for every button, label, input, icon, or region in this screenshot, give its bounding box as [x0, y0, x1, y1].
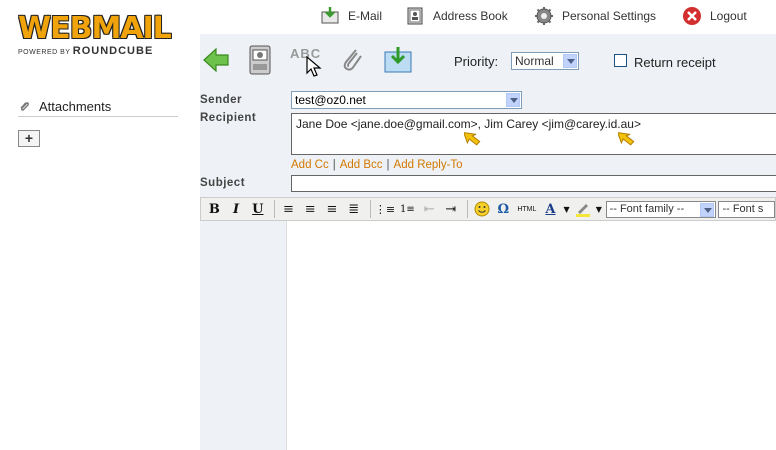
nav-settings-label: Personal Settings — [562, 9, 657, 23]
emoticon-button[interactable] — [472, 199, 491, 219]
align-center-icon: ≡ — [304, 201, 316, 217]
chevron-down-icon — [563, 54, 577, 68]
bullet-list-icon: ⋮≡ — [374, 202, 396, 216]
attach-button[interactable] — [336, 44, 368, 76]
align-justify-icon: ≣ — [348, 201, 360, 217]
send-button[interactable] — [244, 44, 276, 76]
return-receipt-label: Return receipt — [634, 55, 716, 70]
add-header-links: Add Cc | Add Bcc | Add Reply-To — [291, 159, 463, 171]
recipient-field[interactable]: Jane Doe <jane.doe@gmail.com>, Jim Carey… — [291, 113, 776, 155]
font-color-dropdown[interactable]: ▼ — [563, 199, 571, 219]
add-reply-to-link[interactable]: Add Reply-To — [394, 159, 463, 171]
separator — [370, 200, 372, 218]
numbered-list-button[interactable]: 1≡ — [398, 199, 417, 219]
nav-email[interactable]: E-Mail — [320, 5, 382, 27]
bullet-list-button[interactable]: ⋮≡ — [375, 199, 395, 219]
gear-icon — [535, 7, 553, 25]
sender-label: Sender — [200, 94, 242, 106]
chevron-down-icon — [506, 93, 520, 107]
sidebar: WEBMAIL POWERED BY ROUNDCUBE Attachments… — [0, 0, 200, 450]
add-cc-link[interactable]: Add Cc — [291, 159, 329, 171]
sender-value: test@oz0.net — [295, 93, 366, 107]
logo-powered: POWERED BY — [18, 49, 71, 56]
italic-button[interactable]: I — [227, 199, 246, 219]
font-family-select[interactable]: -- Font family -- — [605, 200, 717, 218]
highlight-icon — [575, 204, 590, 217]
email-icon — [321, 7, 339, 24]
separator — [274, 200, 276, 218]
priority-label: Priority: — [454, 54, 499, 69]
address-book-icon — [407, 7, 423, 25]
special-char-button[interactable]: Ω — [494, 199, 513, 219]
font-color-icon: A — [545, 201, 556, 217]
recipient-label: Recipient — [200, 112, 257, 124]
paperclip-icon — [20, 101, 30, 111]
return-receipt-checkbox[interactable] — [614, 54, 627, 67]
subject-label: Subject — [200, 177, 246, 189]
pointer-arrow-icon — [618, 131, 635, 146]
omega-icon: Ω — [497, 201, 510, 217]
font-size-select[interactable]: -- Font s — [718, 200, 775, 218]
nav-logout[interactable]: Logout — [682, 5, 747, 27]
pointer-arrow-icon — [464, 131, 481, 146]
logo-subtitle: POWERED BY ROUNDCUBE — [18, 45, 183, 57]
align-left-button[interactable]: ≡ — [279, 199, 298, 219]
nav-settings[interactable]: Personal Settings — [534, 5, 656, 27]
save-draft-button[interactable] — [382, 44, 414, 76]
indent-icon: ⇥ — [445, 201, 457, 217]
caret-down-icon: ▼ — [563, 204, 570, 214]
editor-gutter — [200, 221, 287, 450]
add-attachment-button[interactable]: + — [18, 130, 40, 147]
highlight-dropdown[interactable]: ▼ — [595, 199, 603, 219]
highlight-button[interactable] — [573, 199, 592, 219]
align-right-button[interactable]: ≡ — [323, 199, 342, 219]
logout-icon — [683, 7, 701, 25]
outdent-icon: ⇤ — [423, 201, 435, 217]
mouse-pointer-icon — [306, 56, 322, 77]
align-left-icon: ≡ — [283, 201, 294, 217]
align-right-icon: ≡ — [326, 201, 338, 217]
font-family-value: -- Font family -- — [609, 202, 685, 215]
attachments-header: Attachments — [18, 97, 178, 117]
add-bcc-link[interactable]: Add Bcc — [340, 159, 383, 171]
font-color-button[interactable]: A — [541, 199, 560, 219]
compose-panel: ABC Priority: Normal Return receipt Send… — [200, 34, 776, 450]
indent-button[interactable]: ⇥ — [441, 199, 460, 219]
priority-select[interactable]: Normal — [511, 52, 579, 70]
nav-email-label: E-Mail — [348, 9, 383, 23]
bold-button[interactable]: B — [205, 199, 224, 219]
webmail-logo: WEBMAIL POWERED BY ROUNDCUBE — [18, 14, 183, 64]
separator — [467, 200, 469, 218]
underline-button[interactable]: U — [248, 199, 267, 219]
top-navigation: E-Mail Address Book Personal Settings Lo… — [200, 0, 776, 34]
separator: | — [332, 159, 336, 171]
caret-down-icon: ▼ — [595, 204, 602, 214]
sender-select[interactable]: test@oz0.net — [291, 91, 522, 109]
nav-address-book-label: Address Book — [433, 9, 508, 23]
back-button[interactable] — [200, 44, 232, 76]
message-body-editor[interactable] — [287, 221, 776, 450]
attachments-label: Attachments — [39, 99, 112, 114]
editor-toolbar: B I U ≡ ≡ ≡ ≣ ⋮≡ 1≡ ⇤ ⇥ Ω HTML A ▼ ▼ -- … — [200, 197, 776, 221]
nav-address-book[interactable]: Address Book — [405, 5, 508, 27]
align-center-button[interactable]: ≡ — [301, 199, 320, 219]
html-source-button[interactable]: HTML — [516, 199, 538, 219]
smiley-icon — [474, 201, 490, 217]
separator: | — [386, 159, 390, 171]
align-justify-button[interactable]: ≣ — [344, 199, 363, 219]
chevron-down-icon — [700, 202, 715, 217]
subject-input[interactable] — [291, 175, 776, 192]
font-size-value: -- Font s — [722, 202, 764, 215]
outdent-button[interactable]: ⇤ — [420, 199, 439, 219]
numbered-list-icon: 1≡ — [400, 203, 415, 215]
logo-title: WEBMAIL — [18, 11, 172, 46]
priority-value: Normal — [515, 54, 554, 68]
nav-logout-label: Logout — [710, 9, 747, 23]
logo-engine: ROUNDCUBE — [72, 45, 154, 57]
